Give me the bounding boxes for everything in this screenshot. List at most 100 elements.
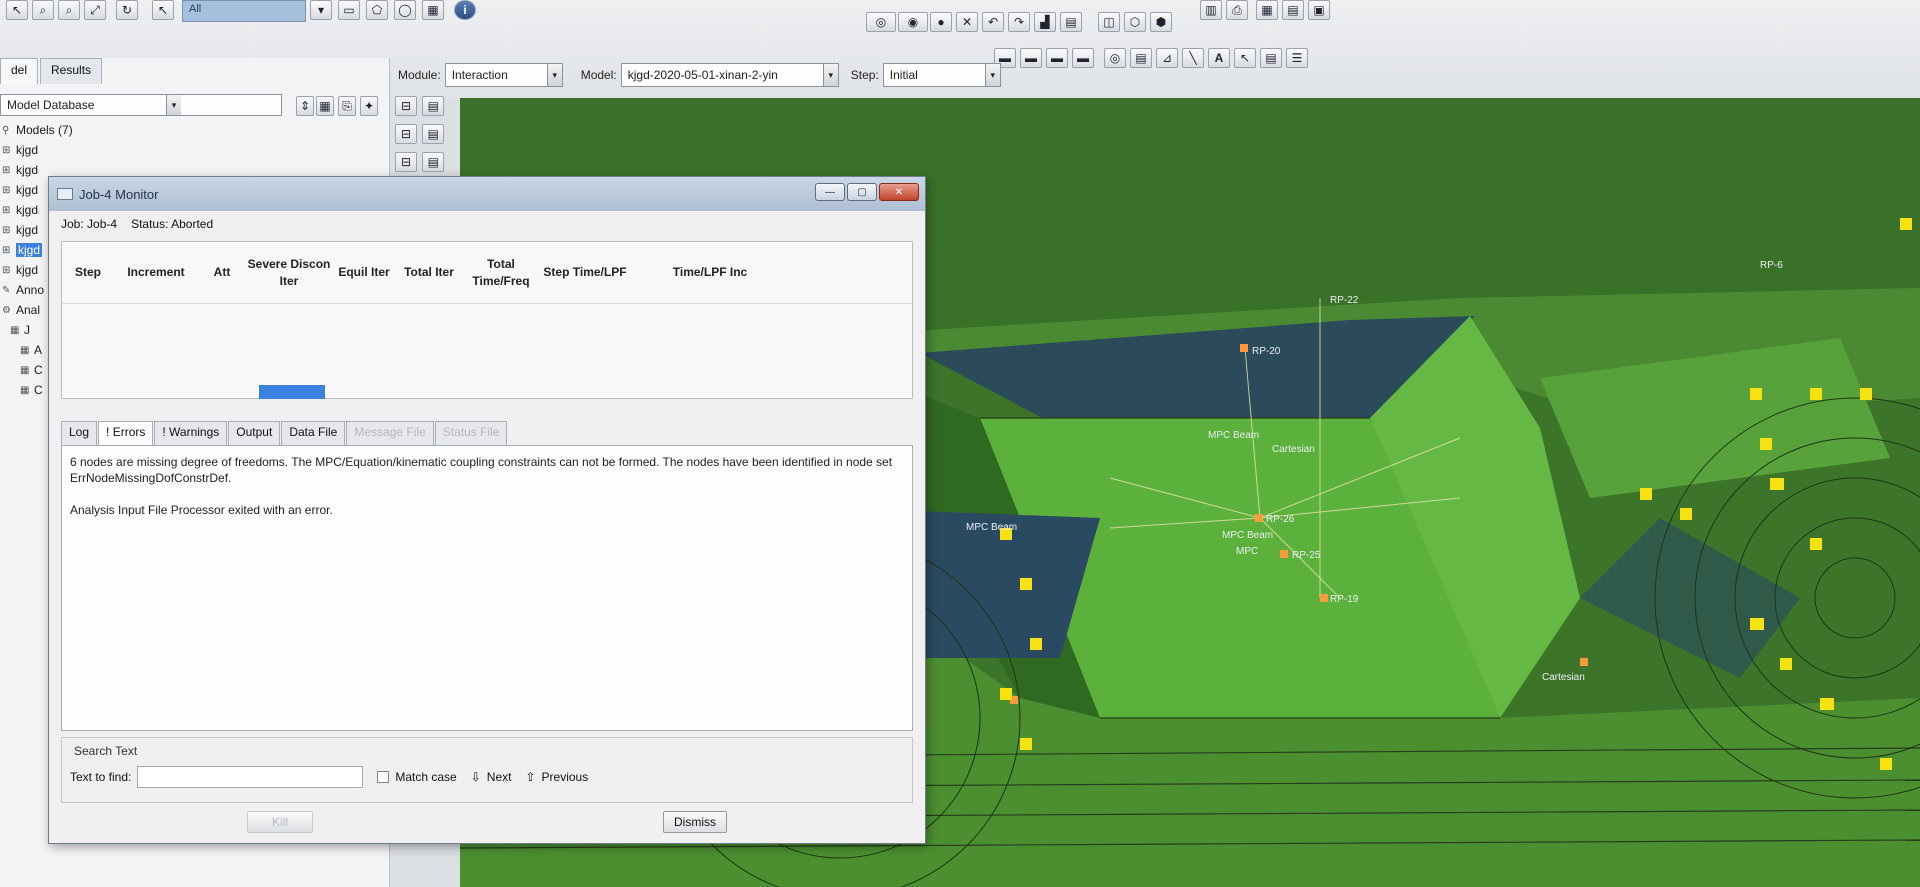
rotate-icon[interactable]: ↻ [116,0,138,20]
job-status-row: Job: Job-4 Status: Aborted [49,211,925,237]
create-property-icon[interactable]: ⊟ [395,124,417,144]
expand-icon[interactable]: ⇕ [296,96,314,116]
model-label: Model: [580,68,617,82]
zoom-box-icon[interactable]: ⌕ [58,0,80,20]
beam-orientation-icon[interactable]: ▬ [1046,48,1068,68]
search-text-title: Search Text [74,744,138,758]
redo-icon[interactable]: ↷ [1008,12,1030,32]
table-icon[interactable]: ▤ [1060,12,1082,32]
output-tabs: Log ! Errors ! Warnings Output Data File… [61,421,508,445]
tab-errors[interactable]: ! Errors [98,421,154,445]
expand-plus-icon[interactable]: ⊞ [2,225,16,236]
display-group-icon[interactable]: ✕ [956,12,978,32]
view-manager-icon[interactable]: ▦ [422,0,444,20]
visible-edges-icon[interactable]: ◉ [898,12,928,32]
cartesian-label-2: Cartesian [1542,672,1585,683]
expand-plus-icon[interactable]: ⊞ [2,145,16,156]
layer-icon[interactable]: ▦ [1256,0,1278,20]
chevron-down-icon[interactable]: ▾ [546,64,562,86]
module-combo[interactable]: Interaction ▾ [444,63,563,87]
stack-icon[interactable]: ▬ [1072,48,1094,68]
fit-view-icon[interactable]: ⤢ [84,0,106,20]
info-icon[interactable]: i [454,0,476,20]
mpc-beam-label-1: MPC Beam [1208,430,1259,441]
expand-plus-icon[interactable]: ⊞ [2,265,16,276]
tab-log[interactable]: Log [61,421,98,445]
constraint-manager-icon[interactable]: ▤ [1130,48,1152,68]
lightbulb-icon[interactable]: ✦ [360,96,378,116]
shaded-icon[interactable]: ● [930,12,952,32]
module-selector-row: Module: Interaction ▾ Model: kjgd-2020-0… [398,60,1001,90]
render-style-icon[interactable]: ◎ [866,12,896,32]
dismiss-button[interactable]: Dismiss [663,811,727,833]
step-combo[interactable]: Initial ▾ [882,63,1001,87]
tab-results[interactable]: Results [40,58,103,84]
tree-item-model[interactable]: ⊞ kjgd [0,140,390,160]
table-view-icon[interactable]: ▤ [1260,48,1282,68]
col-severe-discon-iter: Severe Discon Iter [247,256,331,288]
selection-filter-combo[interactable]: All [182,0,306,22]
model-database-combo[interactable]: Model Database ▾ [0,94,282,116]
next-button[interactable]: Next [487,770,512,784]
tab-model[interactable]: del [0,58,39,84]
cartesian-label-1: Cartesian [1272,444,1315,455]
create-constraint-icon[interactable]: ⊟ [395,152,417,172]
lock-icon[interactable]: ▟ [1034,12,1056,32]
constraint-manager-icon[interactable]: ▤ [422,152,445,172]
chevron-down-icon[interactable]: ▾ [822,64,838,86]
select-pointer-icon[interactable]: ↖ [152,0,174,20]
datum-icon[interactable]: ⊿ [1156,48,1178,68]
chevron-down-icon[interactable]: ▾ [984,64,1000,86]
coupling-icon[interactable]: ◎ [1104,48,1126,68]
progress-table[interactable]: Step Increment Att Severe Discon Iter Eq… [61,241,913,399]
cube-side-icon[interactable]: ⬢ [1150,12,1172,32]
expand-plus-icon[interactable]: ⊞ [2,185,16,196]
tree-copy-icon[interactable]: ⎘ [338,96,356,116]
arrow-up-icon[interactable]: ⇧ [525,770,535,784]
text-annotation-icon[interactable]: A [1208,48,1230,68]
tree-filter-icon[interactable]: ▦ [316,96,334,116]
zoom-icon[interactable]: ⌕ [32,0,54,20]
minimize-button[interactable]: — [815,183,845,201]
select-circle-icon[interactable]: ◯ [394,0,416,20]
interaction-manager-icon[interactable]: ▤ [422,96,445,116]
optimization-icon: ▦ [20,384,30,396]
expand-plus-icon[interactable]: ⊞ [2,165,16,176]
maximize-button[interactable]: ▢ [847,183,877,201]
print-icon[interactable]: ⎙ [1226,0,1248,20]
select-box-icon[interactable]: ▭ [338,0,360,20]
list-view-icon[interactable]: ☰ [1286,48,1308,68]
panel-icon[interactable]: ▣ [1308,0,1330,20]
tab-data-file[interactable]: Data File [281,421,346,445]
assign-section-icon[interactable]: ▬ [1020,48,1042,68]
expand-plus-icon[interactable]: ⊞ [2,205,16,216]
query-pointer-icon[interactable]: ↖ [1234,48,1256,68]
chevron-down-icon[interactable]: ▾ [166,95,181,115]
dialog-title-bar[interactable]: Job-4 Monitor — ▢ ✕ [49,177,925,211]
cube-iso-icon[interactable]: ⬡ [1124,12,1146,32]
line-tool-icon[interactable]: ╲ [1182,48,1204,68]
property-manager-icon[interactable]: ▤ [422,124,445,144]
text-to-find-input[interactable] [137,766,364,788]
undo-icon[interactable]: ↶ [982,12,1004,32]
grid-icon[interactable]: ▤ [1282,0,1304,20]
tab-output[interactable]: Output [228,421,281,445]
arrow-icon[interactable]: ↖ [6,0,28,20]
error-message-area[interactable]: 6 nodes are missing degree of freedoms. … [61,445,913,731]
jobs-icon: ▦ [10,324,20,336]
tree-item-models[interactable]: ⚲ Models (7) [0,120,390,140]
models-icon: ⚲ [2,124,10,136]
arrow-down-icon[interactable]: ⇩ [471,770,481,784]
layout-icon[interactable]: ▥ [1200,0,1222,20]
tab-warnings[interactable]: ! Warnings [154,421,228,445]
select-poly-icon[interactable]: ⬠ [366,0,388,20]
match-case-checkbox[interactable] [377,771,390,783]
previous-button[interactable]: Previous [542,770,589,784]
cube-front-icon[interactable]: ◫ [1098,12,1120,32]
close-button[interactable]: ✕ [879,183,919,201]
expand-plus-icon[interactable]: ⊞ [2,245,16,256]
create-interaction-icon[interactable]: ⊟ [395,96,417,116]
selection-dropdown-icon[interactable]: ▾ [310,0,332,20]
mpc-beam-label-3: MPC Beam [966,522,1017,533]
model-combo[interactable]: kjgd-2020-05-01-xinan-2-yin ▾ [620,63,839,87]
